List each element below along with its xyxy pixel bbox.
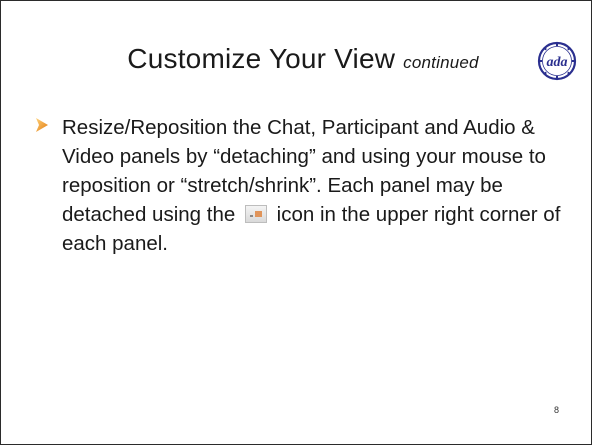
- ada-logo-icon: ada: [537, 41, 577, 81]
- detach-panel-icon: [244, 205, 267, 223]
- title-main: Customize Your View: [127, 43, 396, 74]
- title-continued: continued: [403, 53, 479, 72]
- bullet-arrow-icon: [36, 118, 48, 132]
- slide: Customize Your View continued ada Resize…: [0, 0, 592, 445]
- page-number: 8: [553, 405, 559, 415]
- bullet-text: Resize/Reposition the Chat, Participant …: [62, 113, 567, 258]
- slide-title: Customize Your View continued: [1, 43, 592, 75]
- logo-lettering: ada: [547, 55, 568, 70]
